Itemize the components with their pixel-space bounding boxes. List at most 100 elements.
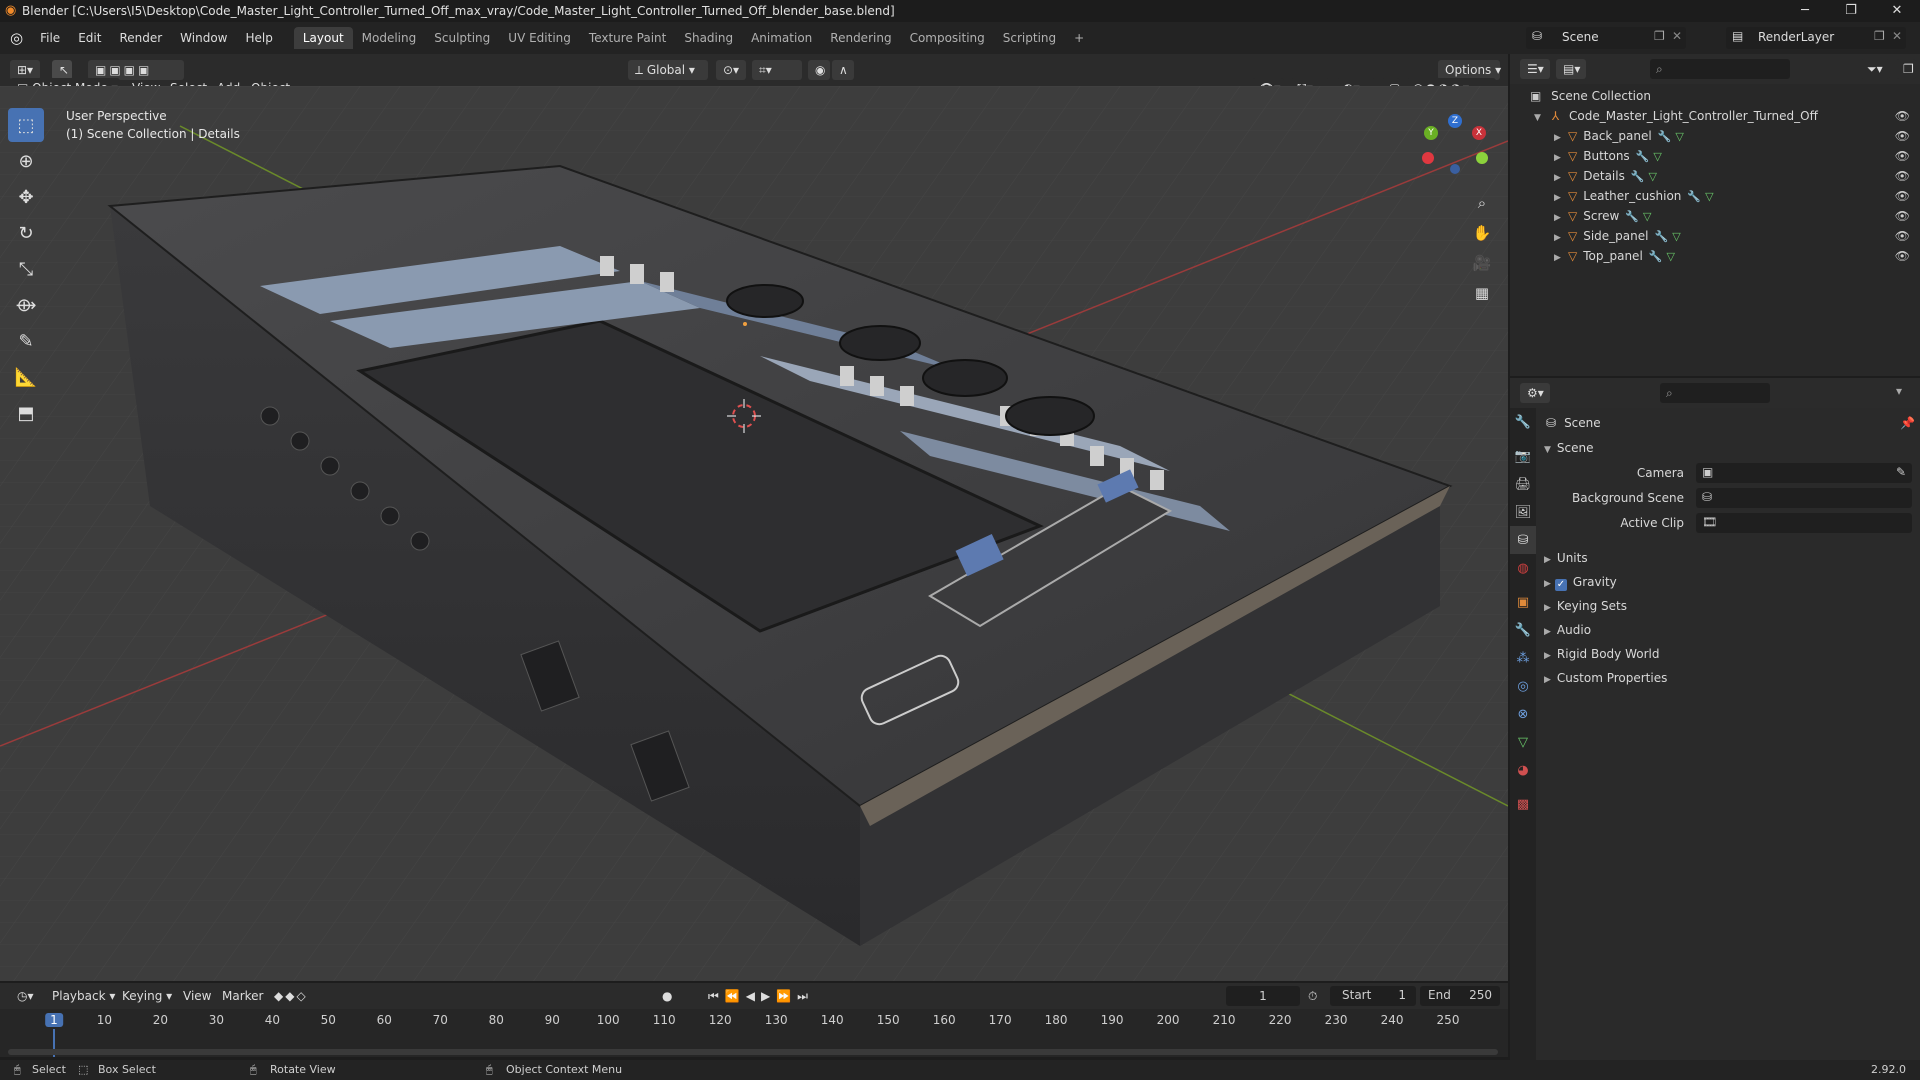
start-frame-field[interactable]: Start 1 bbox=[1330, 986, 1416, 1006]
blender-menu-icon[interactable]: ◎ bbox=[10, 29, 23, 47]
stopwatch-icon[interactable]: ⏱ bbox=[1308, 986, 1317, 1006]
tab-scripting[interactable]: Scripting bbox=[994, 27, 1065, 49]
collapse-triangle-icon[interactable]: ▼ bbox=[1544, 445, 1551, 455]
custom-properties-panel-header[interactable]: ▶ Custom Properties bbox=[1544, 668, 1667, 688]
transform-tool-icon[interactable]: ⟴ bbox=[8, 288, 44, 322]
add-workspace-button[interactable]: + bbox=[1065, 27, 1093, 49]
tab-texture-paint[interactable]: Texture Paint bbox=[580, 27, 675, 49]
tab-layout[interactable]: Layout bbox=[293, 27, 353, 49]
visibility-eye-icon[interactable]: 👁 bbox=[1895, 246, 1910, 266]
cursor-tool-icon[interactable]: ⊕ bbox=[8, 144, 44, 178]
modifier-icon[interactable]: 🔧 bbox=[1636, 150, 1650, 163]
outliner-item-screw[interactable]: ▶ ▽ Screw 🔧 ▽ 👁 bbox=[1510, 206, 1920, 226]
menu-file[interactable]: File bbox=[31, 31, 69, 45]
scene-collection-row[interactable]: ▣ Scene Collection bbox=[1510, 86, 1920, 106]
visibility-eye-icon[interactable]: 👁 bbox=[1895, 166, 1910, 186]
navigation-gizmo[interactable]: Z Y X bbox=[1418, 110, 1498, 180]
constraints-tab-icon[interactable]: ⊗ bbox=[1510, 700, 1536, 728]
menu-window[interactable]: Window bbox=[171, 31, 236, 45]
expand-triangle-icon[interactable]: ▶ bbox=[1544, 603, 1551, 613]
selection-mode-buttons[interactable]: ▣▣▣▣ bbox=[88, 60, 184, 80]
modifier-icon[interactable]: 🔧 bbox=[1649, 250, 1663, 263]
measure-tool-icon[interactable]: 📐 bbox=[8, 360, 44, 394]
visibility-eye-icon[interactable]: 👁 bbox=[1895, 186, 1910, 206]
units-panel-header[interactable]: ▶ Units bbox=[1544, 548, 1588, 568]
output-tab-icon[interactable]: 🖨 bbox=[1510, 470, 1536, 498]
menu-help[interactable]: Help bbox=[237, 31, 282, 45]
proportional-edit-button[interactable]: ◉ bbox=[808, 60, 830, 80]
display-mode-button[interactable]: ▤▾ bbox=[1556, 59, 1586, 79]
options-chevron-icon[interactable]: ▾ bbox=[1896, 384, 1902, 398]
3d-viewport[interactable]: User Perspective (1) Scene Collection | … bbox=[0, 86, 1508, 981]
new-scene-icon[interactable]: ❐ bbox=[1654, 29, 1665, 43]
collection-row[interactable]: ▼ ⅄ Code_Master_Light_Controller_Turned_… bbox=[1510, 106, 1920, 126]
expand-triangle-icon[interactable]: ▶ bbox=[1554, 248, 1568, 268]
mesh-data-icon[interactable]: ▽ bbox=[1643, 210, 1651, 223]
expand-triangle-icon[interactable]: ▶ bbox=[1544, 675, 1551, 685]
mesh-data-icon[interactable]: ▽ bbox=[1675, 130, 1683, 143]
tool-tab-icon[interactable]: 🔧 bbox=[1510, 408, 1536, 436]
close-button[interactable]: ✕ bbox=[1874, 0, 1920, 22]
expand-triangle-icon[interactable]: ▶ bbox=[1544, 627, 1551, 637]
ortho-grid-icon[interactable]: ▦ bbox=[1468, 284, 1496, 314]
outliner-item-side-panel[interactable]: ▶ ▽ Side_panel 🔧 ▽ 👁 bbox=[1510, 226, 1920, 246]
add-cube-tool-icon[interactable]: ⬒ bbox=[8, 396, 44, 430]
object-tab-icon[interactable]: ▣ bbox=[1510, 588, 1536, 616]
snap-button[interactable]: ⌗▾ bbox=[752, 60, 802, 80]
transform-orientation-select[interactable]: ⟂ Global ▾ bbox=[628, 60, 708, 80]
frame-ruler[interactable]: 1 10 20 30 40 50 60 70 80 90 100 110 120 130 140 150 160… bbox=[0, 1009, 1508, 1029]
timeline-menu-playback[interactable]: Playback ▾ bbox=[52, 986, 115, 1006]
expand-triangle-icon[interactable]: ▶ bbox=[1554, 208, 1568, 228]
tab-animation[interactable]: Animation bbox=[742, 27, 821, 49]
select-tool-icon[interactable]: ↖ bbox=[52, 60, 72, 80]
gizmo-neg-x[interactable] bbox=[1422, 152, 1434, 164]
keyframe-icons[interactable]: ◆◆◇ bbox=[274, 986, 308, 1006]
annotate-tool-icon[interactable]: ✎ bbox=[8, 324, 44, 358]
outliner-item-details[interactable]: ▶ ▽ Details 🔧 ▽ 👁 bbox=[1510, 166, 1920, 186]
tab-modeling[interactable]: Modeling bbox=[353, 27, 426, 49]
maximize-button[interactable]: ❐ bbox=[1828, 0, 1874, 22]
physics-tab-icon[interactable]: ◎ bbox=[1510, 672, 1536, 700]
expand-triangle-icon[interactable]: ▶ bbox=[1554, 128, 1568, 148]
scene-selector[interactable]: ⛁ Scene ❐ ✕ bbox=[1526, 27, 1686, 49]
tab-shading[interactable]: Shading bbox=[675, 27, 742, 49]
delete-scene-icon[interactable]: ✕ bbox=[1672, 29, 1682, 43]
camera-view-icon[interactable]: 🎥 bbox=[1468, 254, 1496, 284]
end-frame-field[interactable]: End 250 bbox=[1420, 986, 1500, 1006]
expand-triangle-icon[interactable]: ▶ bbox=[1554, 188, 1568, 208]
scene-tab-icon[interactable]: ⛁ bbox=[1510, 526, 1536, 554]
mesh-data-icon[interactable]: ▽ bbox=[1705, 190, 1713, 203]
gizmo-y[interactable]: Y bbox=[1424, 126, 1438, 140]
mesh-data-icon[interactable]: ▽ bbox=[1672, 230, 1680, 243]
expand-triangle-icon[interactable]: ▶ bbox=[1544, 651, 1551, 661]
modifier-icon[interactable]: 🔧 bbox=[1631, 170, 1645, 183]
tab-sculpting[interactable]: Sculpting bbox=[425, 27, 499, 49]
world-tab-icon[interactable]: ◍ bbox=[1510, 554, 1536, 582]
mesh-data-icon[interactable]: ▽ bbox=[1649, 170, 1657, 183]
minimize-button[interactable]: ─ bbox=[1782, 0, 1828, 22]
modifier-icon[interactable]: 🔧 bbox=[1654, 230, 1668, 243]
pivot-point-button[interactable]: ⊙▾ bbox=[716, 60, 746, 80]
pin-icon[interactable]: 📌 bbox=[1900, 413, 1915, 433]
modifier-icon[interactable]: 🔧 bbox=[1625, 210, 1639, 223]
visibility-eye-icon[interactable]: 👁 bbox=[1895, 206, 1910, 226]
outliner-item-leather-cushion[interactable]: ▶ ▽ Leather_cushion 🔧 ▽ 👁 bbox=[1510, 186, 1920, 206]
gravity-checkbox[interactable]: ✓ bbox=[1554, 579, 1567, 591]
options-button[interactable]: Options ▾ bbox=[1438, 60, 1501, 80]
keying-sets-panel-header[interactable]: ▶ Keying Sets bbox=[1544, 596, 1627, 616]
texture-tab-icon[interactable]: ▩ bbox=[1510, 790, 1536, 818]
properties-search-input[interactable]: ⌕ bbox=[1660, 383, 1770, 403]
expand-triangle-icon[interactable]: ▶ bbox=[1554, 148, 1568, 168]
gravity-panel-header[interactable]: ▶ ✓ Gravity bbox=[1544, 572, 1617, 592]
timeline-menu-view[interactable]: View bbox=[183, 986, 211, 1006]
falloff-button[interactable]: ∧ bbox=[832, 60, 854, 80]
expand-triangle-icon[interactable]: ▶ bbox=[1544, 579, 1551, 589]
scale-tool-icon[interactable]: ⤡ bbox=[8, 252, 44, 286]
timeline-editor-type[interactable]: ◷▾ bbox=[10, 986, 40, 1006]
timeline-area[interactable]: 1 10 20 30 40 50 60 70 80 90 100 110 120 130 140 150 160… bbox=[0, 1009, 1508, 1057]
outliner-search-input[interactable]: ⌕ bbox=[1650, 59, 1790, 79]
expand-triangle-icon[interactable]: ▶ bbox=[1554, 228, 1568, 248]
playback-controls[interactable]: ⏮⏪◀▶⏩⏭ bbox=[708, 986, 814, 1006]
camera-field[interactable]: ▣ ✎ bbox=[1696, 463, 1912, 483]
properties-editor-type[interactable]: ⚙▾ bbox=[1520, 383, 1550, 403]
